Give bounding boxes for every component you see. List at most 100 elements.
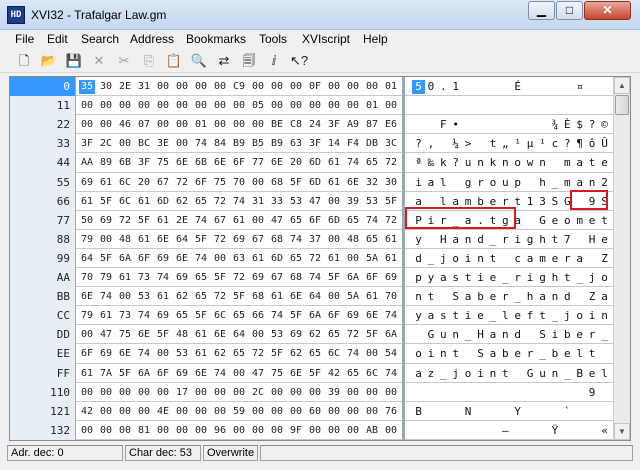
- menu-xviscript[interactable]: XVIscript: [302, 32, 350, 46]
- hex-byte[interactable]: 00: [193, 99, 209, 113]
- hex-byte[interactable]: 00: [117, 386, 133, 400]
- text-char[interactable]: [598, 80, 611, 94]
- text-char[interactable]: [437, 290, 450, 304]
- hex-byte[interactable]: 69: [345, 309, 361, 323]
- text-char[interactable]: t: [462, 271, 475, 285]
- hex-byte[interactable]: 00: [174, 118, 190, 132]
- text-char[interactable]: a: [462, 290, 475, 304]
- text-char[interactable]: a: [424, 309, 437, 323]
- hex-byte[interactable]: 65: [307, 347, 323, 361]
- text-char[interactable]: t: [486, 252, 499, 266]
- hex-byte[interactable]: AB: [364, 424, 380, 438]
- text-char[interactable]: [573, 386, 586, 400]
- text-char[interactable]: F: [437, 118, 450, 132]
- text-char[interactable]: Z: [598, 252, 611, 266]
- text-char[interactable]: ‰: [424, 156, 437, 170]
- text-char[interactable]: r: [511, 271, 524, 285]
- hex-byte[interactable]: 72: [250, 347, 266, 361]
- hex-byte[interactable]: B5: [250, 137, 266, 151]
- hex-byte[interactable]: 0F: [307, 80, 323, 94]
- hex-byte[interactable]: 5F: [98, 252, 114, 266]
- hex-byte[interactable]: 00: [383, 386, 399, 400]
- hex-byte[interactable]: 65: [174, 309, 190, 323]
- hex-byte[interactable]: 81: [136, 424, 152, 438]
- text-char[interactable]: l: [437, 176, 450, 190]
- text-char[interactable]: [536, 405, 549, 419]
- hex-byte[interactable]: 72: [307, 252, 323, 266]
- text-char[interactable]: [412, 424, 425, 438]
- hex-byte[interactable]: 00: [326, 99, 342, 113]
- hex-byte[interactable]: 00: [288, 405, 304, 419]
- hex-byte[interactable]: 72: [212, 233, 228, 247]
- text-char[interactable]: H: [437, 233, 450, 247]
- text-char[interactable]: [462, 118, 475, 132]
- find-icon[interactable]: 🔍: [190, 52, 208, 70]
- hex-byte[interactable]: 53: [269, 328, 285, 342]
- text-char[interactable]: a: [573, 176, 586, 190]
- text-char[interactable]: 5: [412, 80, 425, 94]
- hex-byte[interactable]: 65: [193, 290, 209, 304]
- text-char[interactable]: [536, 99, 549, 113]
- text-char[interactable]: i: [412, 176, 425, 190]
- hex-byte[interactable]: 00: [193, 424, 209, 438]
- text-char[interactable]: [524, 328, 537, 342]
- hex-byte[interactable]: 61: [364, 290, 380, 304]
- hex-byte[interactable]: 61: [250, 252, 266, 266]
- hex-byte[interactable]: 7A: [98, 367, 114, 381]
- text-char[interactable]: r: [499, 290, 512, 304]
- hex-byte[interactable]: 2C: [250, 386, 266, 400]
- text-char[interactable]: k: [437, 156, 450, 170]
- text-char[interactable]: d: [474, 233, 487, 247]
- hex-byte[interactable]: 61: [117, 271, 133, 285]
- text-char[interactable]: n: [499, 156, 512, 170]
- hex-byte[interactable]: B9: [231, 137, 247, 151]
- hex-byte[interactable]: 00: [212, 118, 228, 132]
- hex-byte[interactable]: 73: [136, 271, 152, 285]
- hex-byte[interactable]: 24: [307, 118, 323, 132]
- text-char[interactable]: [474, 99, 487, 113]
- hex-byte[interactable]: 5F: [212, 271, 228, 285]
- hex-byte[interactable]: C8: [288, 118, 304, 132]
- text-char[interactable]: [536, 424, 549, 438]
- hex-byte[interactable]: 6F: [155, 367, 171, 381]
- hex-byte[interactable]: 61: [193, 347, 209, 361]
- hex-byte[interactable]: 00: [98, 405, 114, 419]
- text-char[interactable]: k: [486, 156, 499, 170]
- hex-byte[interactable]: 00: [155, 118, 171, 132]
- text-char[interactable]: [586, 424, 599, 438]
- text-char[interactable]: >: [462, 137, 475, 151]
- hex-byte[interactable]: 6D: [307, 156, 323, 170]
- hex-byte[interactable]: 00: [326, 233, 342, 247]
- text-char[interactable]: [449, 99, 462, 113]
- text-char[interactable]: [449, 386, 462, 400]
- hex-byte[interactable]: 5F: [307, 367, 323, 381]
- text-char[interactable]: 0: [424, 80, 437, 94]
- text-char[interactable]: ¤: [573, 80, 586, 94]
- hex-byte[interactable]: 5F: [269, 347, 285, 361]
- text-char[interactable]: [462, 386, 475, 400]
- hex-byte[interactable]: 00: [269, 405, 285, 419]
- hex-byte[interactable]: 6F: [364, 271, 380, 285]
- paste-icon[interactable]: 📋: [165, 52, 183, 70]
- text-char[interactable]: [561, 99, 574, 113]
- hex-byte[interactable]: 70: [79, 271, 95, 285]
- hex-byte[interactable]: 00: [98, 424, 114, 438]
- save-disk-icon[interactable]: 💾: [65, 52, 83, 70]
- hex-byte[interactable]: 63: [288, 137, 304, 151]
- text-char[interactable]: z: [424, 367, 437, 381]
- hex-byte[interactable]: 65: [193, 195, 209, 209]
- hex-view[interactable]: 35 30 2E 31 00 00 00 00 C9 00 00 00 0F 00 00 00 01 00 00 00…: [76, 77, 403, 440]
- hex-byte[interactable]: 48: [174, 328, 190, 342]
- hex-byte[interactable]: 00: [345, 386, 361, 400]
- hex-byte[interactable]: 6F: [193, 176, 209, 190]
- text-char[interactable]: _: [573, 271, 586, 285]
- hex-byte[interactable]: 6E: [155, 233, 171, 247]
- cut-icon[interactable]: ✂: [115, 52, 133, 70]
- text-char[interactable]: f: [524, 309, 537, 323]
- hex-byte[interactable]: 31: [250, 195, 266, 209]
- text-char[interactable]: B: [573, 367, 586, 381]
- text-char[interactable]: [424, 405, 437, 419]
- text-char[interactable]: n: [486, 367, 499, 381]
- hex-byte[interactable]: 4E: [155, 405, 171, 419]
- hex-editor-pane[interactable]: 0 11 22 33 44 55 66 77 88 99 AA BB CC DD EE FF 110 121 132…: [9, 76, 631, 441]
